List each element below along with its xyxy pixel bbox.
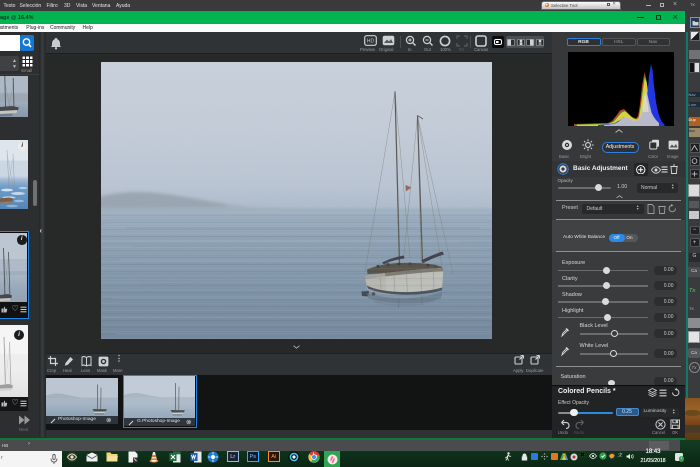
svg-text:HD: HD bbox=[367, 39, 375, 45]
